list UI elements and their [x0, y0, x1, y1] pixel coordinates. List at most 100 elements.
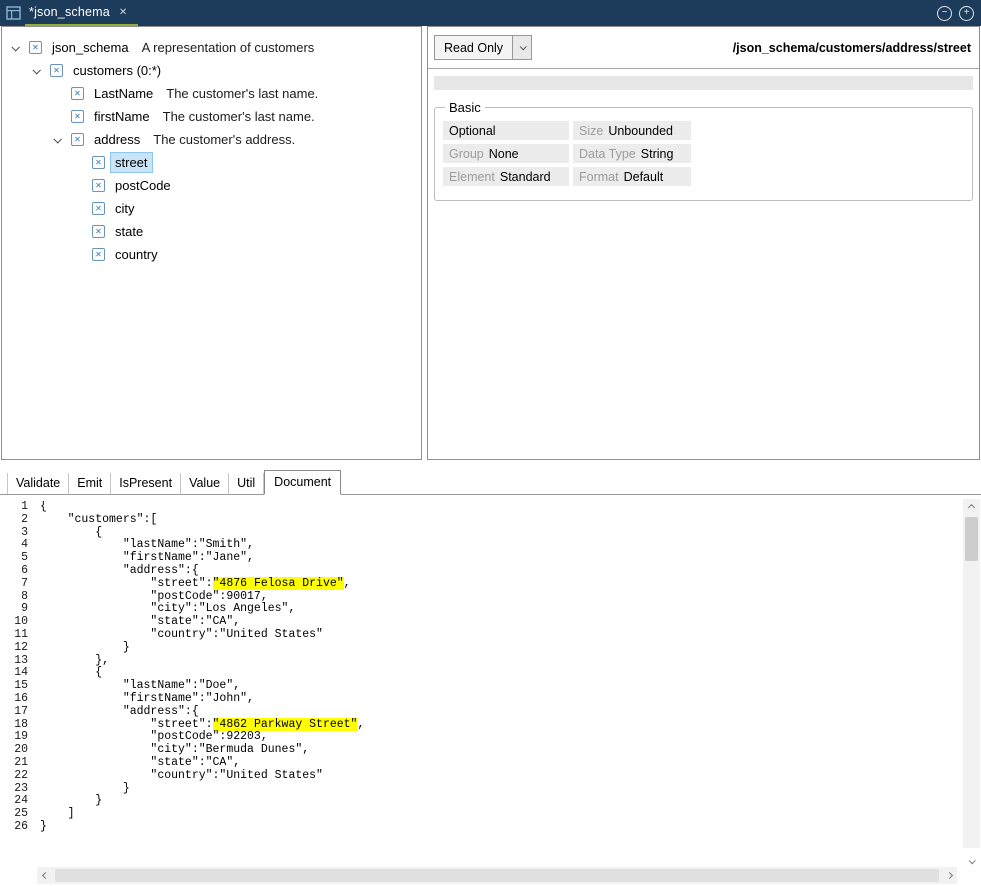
line-number: 17 [0, 706, 28, 719]
line-number: 6 [0, 565, 28, 578]
tree-item-postcode[interactable]: ✕ postCode [2, 174, 421, 197]
element-icon: ✕ [92, 225, 105, 238]
property-value: Optional [449, 124, 496, 138]
line-number: 1 [0, 501, 28, 514]
property-value: String [641, 147, 674, 161]
property-data-type: Data TypeString [573, 144, 691, 163]
property-value: Standard [500, 170, 551, 184]
tree-item-city[interactable]: ✕city [2, 197, 421, 220]
code-line: 23 } [0, 783, 961, 796]
title-bar: *json_schema ✕ − + [0, 0, 981, 26]
property-optional: Optional [443, 121, 569, 140]
tab-emit[interactable]: Emit [69, 473, 111, 494]
read-only-select-value: Read Only [435, 36, 512, 59]
line-number: 2 [0, 514, 28, 527]
code-editor[interactable]: 1{2 "customers":[3 {4 "lastName":"Smith"… [0, 495, 981, 886]
code-line: 26} [0, 821, 961, 834]
property-value: Default [624, 170, 664, 184]
tree-item-customers-0[interactable]: ✕customers (0:*) [2, 59, 421, 82]
property-value: Unbounded [608, 124, 673, 138]
tree-item-address[interactable]: ✕ address The customer's address. [2, 128, 421, 151]
element-icon: ✕ [92, 156, 105, 169]
app-window: *json_schema ✕ − + ✕json_schemaA represe… [0, 0, 981, 886]
element-icon: ✕ [71, 133, 84, 146]
tree-item-description: The customer's last name. [166, 86, 318, 101]
tree-item-street[interactable]: ✕street [2, 151, 421, 174]
editor-tabs: ValidateEmitIsPresentValueUtilDocument [0, 470, 981, 495]
tree-item-label: city [111, 199, 139, 218]
tab-value[interactable]: Value [181, 473, 229, 494]
details-header: Read Only /json_schema/customers/address… [428, 27, 979, 69]
line-number: 22 [0, 770, 28, 783]
document-tab[interactable]: *json_schema ✕ [25, 0, 138, 26]
scroll-down-icon[interactable] [963, 848, 980, 864]
line-number: 26 [0, 821, 28, 834]
tree-item-label: firstName [90, 107, 154, 126]
tree-item-firstname[interactable]: ✕ firstName The customer's last name. [2, 105, 421, 128]
tab-util[interactable]: Util [229, 473, 264, 494]
chevron-down-icon[interactable] [512, 36, 531, 59]
vertical-scroll-thumb[interactable] [965, 517, 978, 561]
tree-item-lastname[interactable]: ✕ LastName The customer's last name. [2, 82, 421, 105]
chevron-down-icon[interactable] [33, 68, 50, 74]
tree-item-description: The customer's address. [153, 132, 295, 147]
tab-ispresent[interactable]: IsPresent [111, 473, 181, 494]
element-icon: ✕ [71, 110, 84, 123]
property-label: Group [449, 147, 484, 161]
bottom-panel: ValidateEmitIsPresentValueUtilDocument 1… [0, 460, 981, 886]
code-line: 25 ] [0, 808, 961, 821]
tree-item-label: address [90, 130, 144, 149]
schema-grid-icon [6, 6, 21, 20]
details-panel: Read Only /json_schema/customers/address… [427, 26, 980, 460]
scroll-right-icon[interactable] [941, 873, 957, 878]
schema-tree[interactable]: ✕json_schemaA representation of customer… [1, 26, 422, 460]
tree-item-label: LastName [90, 84, 157, 103]
code-line: 13 }, [0, 655, 961, 668]
search-highlight: "4862 Parkway Street" [213, 718, 358, 731]
property-format: Format Default [573, 167, 691, 186]
tree-item-label: postCode [111, 176, 175, 195]
chevron-down-icon[interactable] [54, 137, 71, 143]
code-line: 22 "country":"United States" [0, 770, 961, 783]
property-label: Format [579, 170, 619, 184]
scroll-left-icon[interactable] [37, 873, 53, 878]
property-value: None [489, 147, 519, 161]
tree-item-label: json_schema [48, 38, 133, 57]
line-number: 7 [0, 578, 28, 591]
tree-item-label: state [111, 222, 147, 241]
basic-section: Basic OptionalSizeUnboundedGroupNoneData… [434, 100, 973, 201]
code-line: 11 "country":"United States" [0, 629, 961, 642]
tree-item-description: The customer's last name. [163, 109, 315, 124]
toolbar-strip [434, 76, 973, 90]
element-icon: ✕ [92, 248, 105, 261]
basic-section-title: Basic [445, 100, 485, 115]
element-icon: ✕ [92, 179, 105, 192]
element-icon: ✕ [50, 64, 63, 77]
chevron-down-icon[interactable] [12, 45, 29, 51]
property-label: Element [449, 170, 495, 184]
code-line: 2 "customers":[ [0, 514, 961, 527]
zoom-in-button[interactable]: + [959, 6, 974, 21]
tree-item-json-schema[interactable]: ✕json_schemaA representation of customer… [2, 36, 421, 59]
line-number: 11 [0, 629, 28, 642]
horizontal-scroll-thumb[interactable] [55, 869, 939, 882]
property-element: Element Standard [443, 167, 569, 186]
tree-item-state[interactable]: ✕ state [2, 220, 421, 243]
vertical-scrollbar[interactable] [963, 499, 980, 864]
element-icon: ✕ [71, 87, 84, 100]
tab-validate[interactable]: Validate [7, 473, 69, 494]
tab-close-icon[interactable]: ✕ [117, 6, 129, 19]
basic-properties: OptionalSizeUnboundedGroupNoneData TypeS… [443, 121, 964, 186]
zoom-out-button[interactable]: − [937, 6, 952, 21]
horizontal-scrollbar[interactable] [37, 867, 957, 884]
search-highlight: "4876 Felosa Drive" [213, 577, 344, 590]
scroll-up-icon[interactable] [963, 499, 980, 515]
tab-title: *json_schema [29, 5, 110, 19]
node-path: /json_schema/customers/address/street [733, 41, 971, 55]
line-number: 16 [0, 693, 28, 706]
tree-item-country[interactable]: ✕ country [2, 243, 421, 266]
tab-document[interactable]: Document [264, 470, 341, 495]
code-line: 24 } [0, 795, 961, 808]
read-only-select[interactable]: Read Only [434, 35, 532, 60]
tree-item-label: country [111, 245, 162, 264]
